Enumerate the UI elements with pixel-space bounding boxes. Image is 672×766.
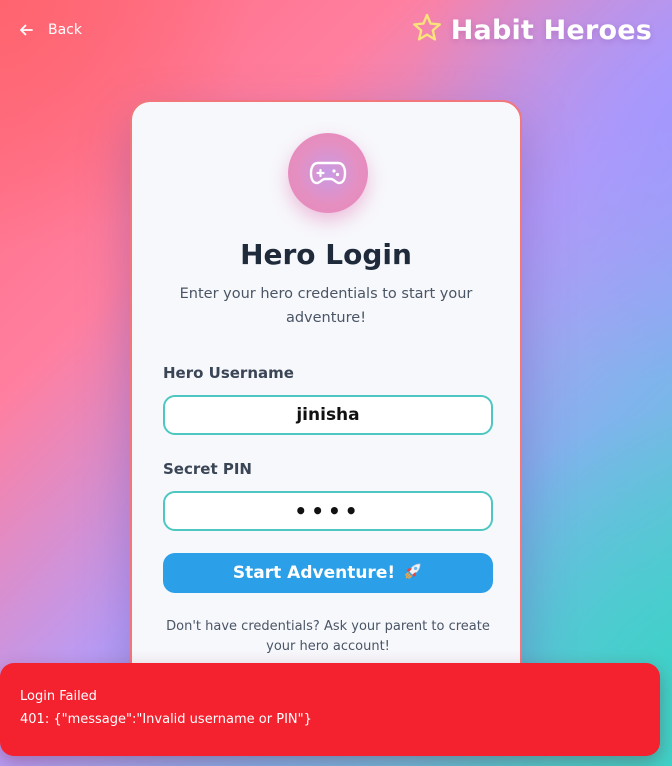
toast-title: Login Failed	[20, 689, 97, 704]
pin-input[interactable]: ••••	[163, 491, 493, 531]
page-subtitle: Enter your hero credentials to start you…	[179, 286, 473, 326]
error-toast[interactable]: Login Failed 401: {"message":"Invalid us…	[0, 663, 660, 756]
rocket-icon	[403, 561, 423, 586]
brand-title: Habit Heroes	[450, 14, 652, 46]
star-icon	[411, 12, 443, 48]
start-adventure-button[interactable]: Start Adventure!	[163, 553, 493, 593]
submit-label: Start Adventure!	[232, 563, 396, 583]
gamepad-icon	[288, 133, 368, 213]
back-label: Back	[48, 22, 82, 38]
page-title: Hero Login	[240, 238, 412, 271]
pin-label: Secret PIN	[163, 460, 252, 478]
help-text: Don't have credentials? Ask your parent …	[166, 619, 490, 654]
arrow-left-icon	[18, 22, 34, 38]
brand-logo: Habit Heroes	[411, 12, 652, 48]
username-label: Hero Username	[163, 364, 294, 382]
back-button[interactable]: Back	[18, 18, 82, 42]
login-card: Hero Login Enter your hero credentials t…	[130, 100, 522, 700]
username-input[interactable]	[163, 395, 493, 435]
toast-message: 401: {"message":"Invalid username or PIN…	[20, 712, 312, 727]
